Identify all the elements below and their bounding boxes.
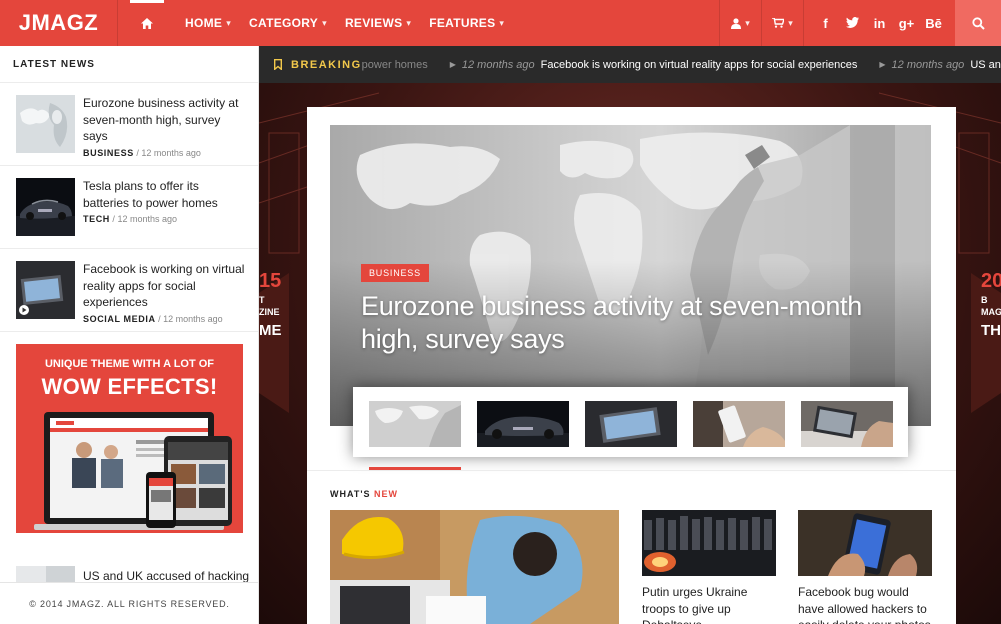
bg-text: T xyxy=(259,295,265,305)
chevron-down-icon: ▾ xyxy=(226,17,232,28)
behance-icon[interactable]: Bē xyxy=(920,16,947,31)
breaking-news-ticker: BREAKING power homes ▶ 12 months ago Fac… xyxy=(259,46,1001,83)
news-meta: SOCIAL MEDIA / 12 months ago xyxy=(83,314,246,324)
copyright-footer: © 2014 JMAGZ. ALL RIGHTS RESERVED. xyxy=(0,582,258,624)
user-icon xyxy=(731,17,742,29)
site-logo[interactable]: JMAGZ xyxy=(0,0,118,46)
meta-separator: / xyxy=(136,147,139,158)
section-divider xyxy=(307,470,956,471)
news-category[interactable]: TECH xyxy=(83,214,110,224)
bg-text: 20 xyxy=(981,270,1001,292)
news-time: 12 months ago xyxy=(163,313,223,324)
nav-reviews-label: REVIEWS xyxy=(344,16,403,30)
news-category[interactable]: BUSINESS xyxy=(83,148,134,158)
category-badge[interactable]: BUSINESS xyxy=(361,264,429,282)
bg-text: TH xyxy=(981,322,1001,339)
main-content-card: BUSINESS Eurozone business activity at s… xyxy=(307,107,956,624)
bookmark-icon xyxy=(274,59,282,70)
news-title[interactable]: Facebook is working on virtual reality a… xyxy=(83,261,246,311)
news-thumbnail[interactable] xyxy=(16,261,75,319)
slider-thumbnail[interactable] xyxy=(801,401,893,447)
slider-thumbnail[interactable] xyxy=(585,401,677,447)
ticker-item-text[interactable]: US and UK xyxy=(970,59,1001,71)
nav-features[interactable]: FEATURES ▾ xyxy=(420,0,513,46)
whats-new-featured-image[interactable] xyxy=(330,510,619,624)
news-meta: TECH / 12 months ago xyxy=(83,214,246,224)
meta-separator: / xyxy=(112,214,115,224)
news-title[interactable]: US and UK accused of hacking xyxy=(83,569,249,583)
bg-text: B xyxy=(981,295,988,305)
chevron-down-icon: ▾ xyxy=(745,17,750,28)
nav-category-label: CATEGORY xyxy=(249,16,319,30)
chevron-down-icon: ▾ xyxy=(322,17,327,28)
slider-thumbnails xyxy=(353,387,908,457)
bg-text: 15 xyxy=(259,270,282,292)
search-icon xyxy=(971,16,985,30)
nav-home[interactable]: HOME ▾ xyxy=(176,0,240,46)
promo-banner[interactable]: UNIQUE THEME WITH A LOT OF WOW EFFECTS! xyxy=(16,344,243,533)
sidebar-heading: LATEST NEWS xyxy=(0,46,258,83)
slider-thumbnail[interactable] xyxy=(477,401,569,447)
user-menu-button[interactable]: ▾ xyxy=(719,0,761,46)
heading-prefix: WHAT'S xyxy=(330,489,371,499)
breaking-label: BREAKING xyxy=(259,59,362,71)
breaking-label-text: BREAKING xyxy=(291,58,362,71)
cart-menu-button[interactable]: ▾ xyxy=(761,0,803,46)
bg-text: ME xyxy=(259,322,282,339)
nav-category[interactable]: CATEGORY ▾ xyxy=(240,0,336,46)
ticker-item-time: 12 months ago xyxy=(461,58,535,71)
news-title[interactable]: Tesla plans to offer its batteries to po… xyxy=(83,178,246,211)
meta-separator: / xyxy=(158,313,161,324)
slider-thumbnail[interactable] xyxy=(369,401,461,447)
ticker-item-text[interactable]: power homes xyxy=(362,59,428,71)
chevron-down-icon: ▾ xyxy=(406,17,412,28)
triangle-right-icon: ▶ xyxy=(449,60,456,69)
heading-accent: NEW xyxy=(373,489,398,499)
nav-home-label: HOME xyxy=(185,16,223,30)
ticker-item-text[interactable]: Facebook is working on virtual reality a… xyxy=(541,59,858,71)
whats-new-thumbnail[interactable] xyxy=(642,510,776,576)
background-text-right: 20 B MAG TH xyxy=(981,268,1001,344)
news-time: 12 months ago xyxy=(117,214,177,224)
triangle-right-icon: ▶ xyxy=(879,60,886,69)
news-thumbnail[interactable] xyxy=(16,178,75,236)
hero-title[interactable]: Eurozone business activity at seven-mont… xyxy=(361,290,921,356)
whats-new-thumbnail[interactable] xyxy=(798,510,932,576)
news-thumbnail[interactable] xyxy=(16,95,75,153)
social-links: f in g+ Bē xyxy=(803,0,955,46)
home-icon xyxy=(141,17,153,29)
list-item[interactable]: Facebook is working on virtual reality a… xyxy=(0,249,258,332)
twitter-icon[interactable] xyxy=(839,16,866,31)
cart-icon xyxy=(772,18,785,28)
bg-text: ZINE xyxy=(259,307,280,317)
top-navigation: JMAGZ HOME ▾ CATEGORY ▾ REVIEWS ▾ FEATURES ▾… xyxy=(0,0,1001,46)
devices-illustration xyxy=(34,412,232,530)
facebook-icon[interactable]: f xyxy=(812,16,839,31)
latest-news-sidebar: LATEST NEWS Eurozone business activity a… xyxy=(0,46,259,624)
nav-features-label: FEATURES xyxy=(429,16,496,30)
linkedin-icon[interactable]: in xyxy=(866,16,893,31)
news-category[interactable]: SOCIAL MEDIA xyxy=(83,314,156,324)
google-plus-icon[interactable]: g+ xyxy=(893,16,920,31)
whats-new-title[interactable]: Facebook bug would have allowed hackers … xyxy=(798,584,938,624)
ticker-item-time: 12 months ago xyxy=(891,58,965,71)
news-title[interactable]: Eurozone business activity at seven-mont… xyxy=(83,95,246,145)
news-meta: BUSINESS / 12 months ago xyxy=(83,148,246,158)
nav-reviews[interactable]: REVIEWS ▾ xyxy=(336,0,420,46)
nav-home-button[interactable] xyxy=(118,0,176,46)
news-time: 12 months ago xyxy=(141,147,201,158)
bg-text: MAG xyxy=(981,307,1001,317)
background-text-left: 15 T ZINE ME xyxy=(259,268,282,344)
slider-thumbnail[interactable] xyxy=(693,401,785,447)
chevron-down-icon: ▾ xyxy=(788,17,793,28)
search-button[interactable] xyxy=(955,0,1001,46)
whats-new-title[interactable]: Putin urges Ukraine troops to give up De… xyxy=(642,584,772,624)
list-item[interactable]: Tesla plans to offer its batteries to po… xyxy=(0,166,258,249)
whats-new-heading: WHAT'S NEW xyxy=(330,489,398,499)
featured-slider[interactable]: BUSINESS Eurozone business activity at s… xyxy=(330,125,931,426)
chevron-down-icon: ▾ xyxy=(499,17,505,28)
list-item[interactable]: Eurozone business activity at seven-mont… xyxy=(0,83,258,166)
